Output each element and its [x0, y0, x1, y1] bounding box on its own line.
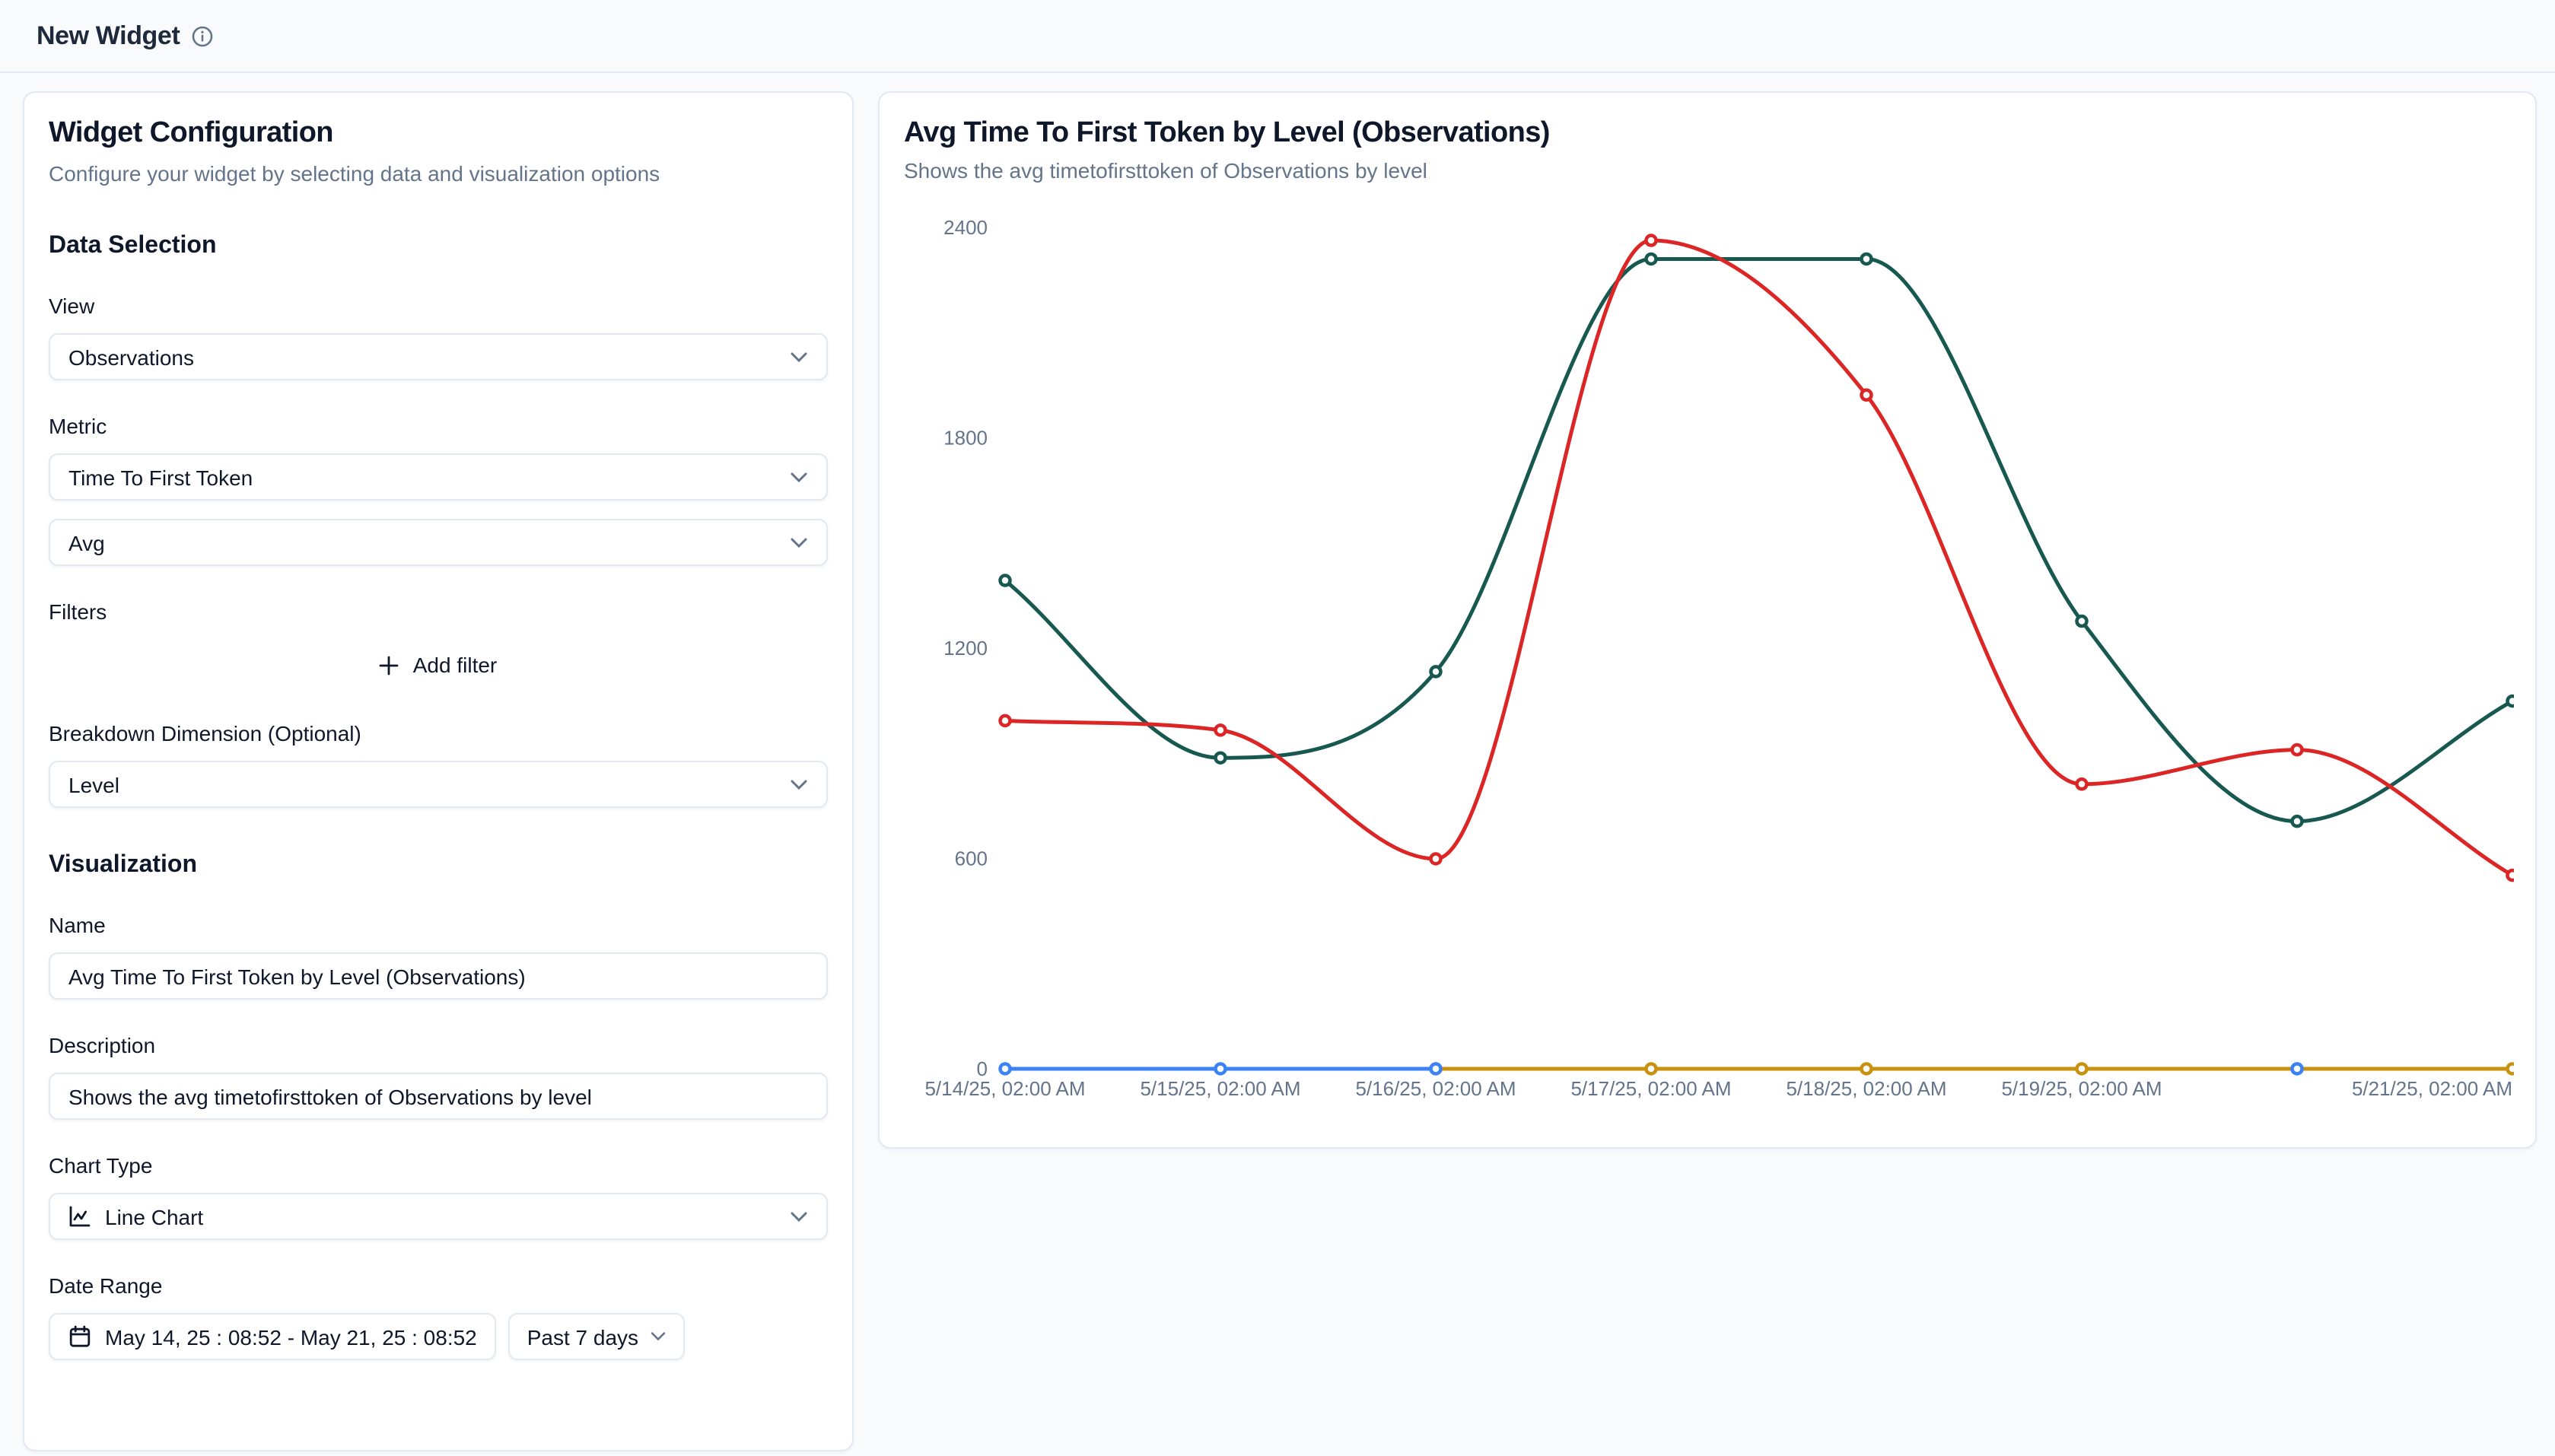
description-label: Description — [49, 1030, 828, 1060]
line-chart-icon — [68, 1205, 91, 1228]
line-chart: 06001200180024005/14/25, 02:00 AM5/15/25… — [904, 198, 2511, 1120]
chevron-down-icon — [790, 536, 808, 548]
date-range-button[interactable]: May 14, 25 : 08:52 - May 21, 25 : 08:52 — [49, 1313, 497, 1360]
page-title: New Widget — [37, 21, 180, 51]
chevron-down-icon — [790, 1210, 808, 1222]
svg-text:1800: 1800 — [943, 427, 988, 450]
data-selection-heading: Data Selection — [49, 233, 828, 260]
chart-type-label: Chart Type — [49, 1150, 828, 1181]
widget-configuration-panel: Widget Configuration Configure your widg… — [23, 91, 854, 1451]
date-range-value: May 14, 25 : 08:52 - May 21, 25 : 08:52 — [105, 1324, 477, 1349]
metric-label: Metric — [49, 411, 828, 441]
breakdown-select-value: Level — [68, 772, 119, 796]
svg-text:1200: 1200 — [943, 637, 988, 660]
visualization-heading: Visualization — [49, 852, 828, 879]
chevron-down-icon — [790, 351, 808, 363]
widget-preview-panel: Avg Time To First Token by Level (Observ… — [878, 91, 2537, 1149]
chevron-down-icon — [790, 778, 808, 790]
calendar-icon — [68, 1325, 91, 1348]
add-filter-button[interactable]: Add filter — [49, 642, 828, 688]
view-select-value: Observations — [68, 345, 194, 369]
date-range-label: Date Range — [49, 1270, 828, 1301]
preview-subtitle: Shows the avg timetofirsttoken of Observ… — [904, 155, 2511, 186]
page-header: New Widget — [0, 0, 2555, 73]
description-input[interactable] — [49, 1073, 828, 1120]
svg-text:5/17/25, 02:00 AM: 5/17/25, 02:00 AM — [1570, 1077, 1731, 1100]
name-input[interactable] — [49, 952, 828, 1000]
plus-icon — [380, 655, 399, 675]
main-content: Widget Configuration Configure your widg… — [0, 73, 2555, 1454]
aggregation-select-value: Avg — [68, 530, 105, 555]
svg-text:5/18/25, 02:00 AM: 5/18/25, 02:00 AM — [1786, 1077, 1946, 1100]
date-preset-value: Past 7 days — [527, 1324, 638, 1349]
date-preset-button[interactable]: Past 7 days — [509, 1313, 684, 1360]
view-label: View — [49, 291, 828, 321]
view-select[interactable]: Observations — [49, 333, 828, 380]
name-label: Name — [49, 910, 828, 940]
chart-type-select[interactable]: Line Chart — [49, 1193, 828, 1240]
app-window: New Widget Widget Configuration Configur… — [0, 0, 2555, 1456]
chevron-down-icon — [790, 471, 808, 483]
metric-select-value: Time To First Token — [68, 465, 253, 489]
filters-label: Filters — [49, 596, 828, 627]
metric-select[interactable]: Time To First Token — [49, 453, 828, 501]
chart-type-select-value: Line Chart — [105, 1204, 203, 1229]
svg-text:5/16/25, 02:00 AM: 5/16/25, 02:00 AM — [1355, 1077, 1516, 1100]
breakdown-select[interactable]: Level — [49, 761, 828, 808]
add-filter-label: Add filter — [413, 653, 498, 677]
info-icon[interactable] — [192, 25, 213, 46]
preview-title: Avg Time To First Token by Level (Observ… — [904, 117, 2511, 151]
svg-text:5/21/25, 02:00 AM: 5/21/25, 02:00 AM — [2352, 1077, 2512, 1100]
breakdown-label: Breakdown Dimension (Optional) — [49, 718, 828, 749]
config-subtitle: Configure your widget by selecting data … — [49, 158, 828, 189]
svg-text:2400: 2400 — [943, 216, 988, 239]
svg-text:5/14/25, 02:00 AM: 5/14/25, 02:00 AM — [924, 1077, 1085, 1100]
config-title: Widget Configuration — [49, 117, 828, 151]
svg-text:600: 600 — [955, 847, 988, 870]
svg-text:5/19/25, 02:00 AM: 5/19/25, 02:00 AM — [2001, 1077, 2162, 1100]
aggregation-select[interactable]: Avg — [49, 519, 828, 566]
svg-text:5/15/25, 02:00 AM: 5/15/25, 02:00 AM — [1140, 1077, 1300, 1100]
chevron-down-icon — [649, 1331, 666, 1342]
